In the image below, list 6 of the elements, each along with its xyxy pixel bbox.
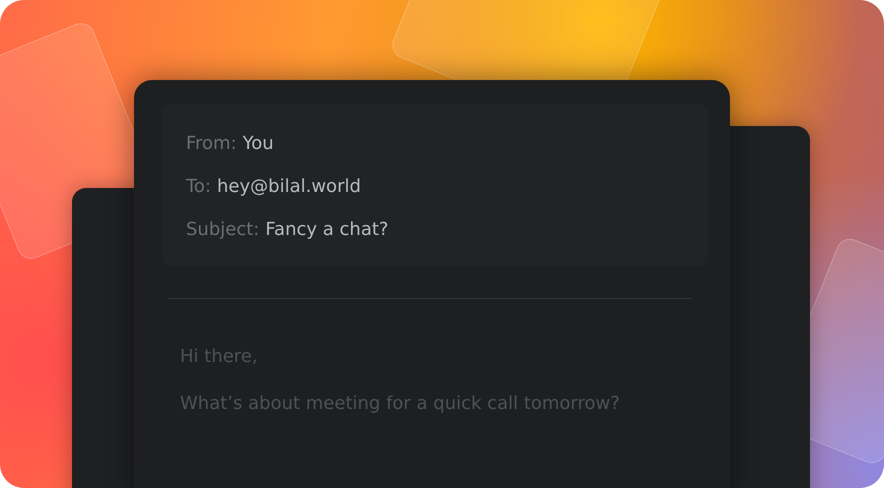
field-value: You bbox=[242, 132, 274, 156]
field-value: Fancy a chat? bbox=[265, 218, 388, 242]
field-label: To: bbox=[186, 175, 212, 199]
field-label: From: bbox=[186, 132, 237, 156]
field-label: Subject: bbox=[186, 218, 260, 242]
field-value: hey@bilal.world bbox=[217, 175, 361, 199]
